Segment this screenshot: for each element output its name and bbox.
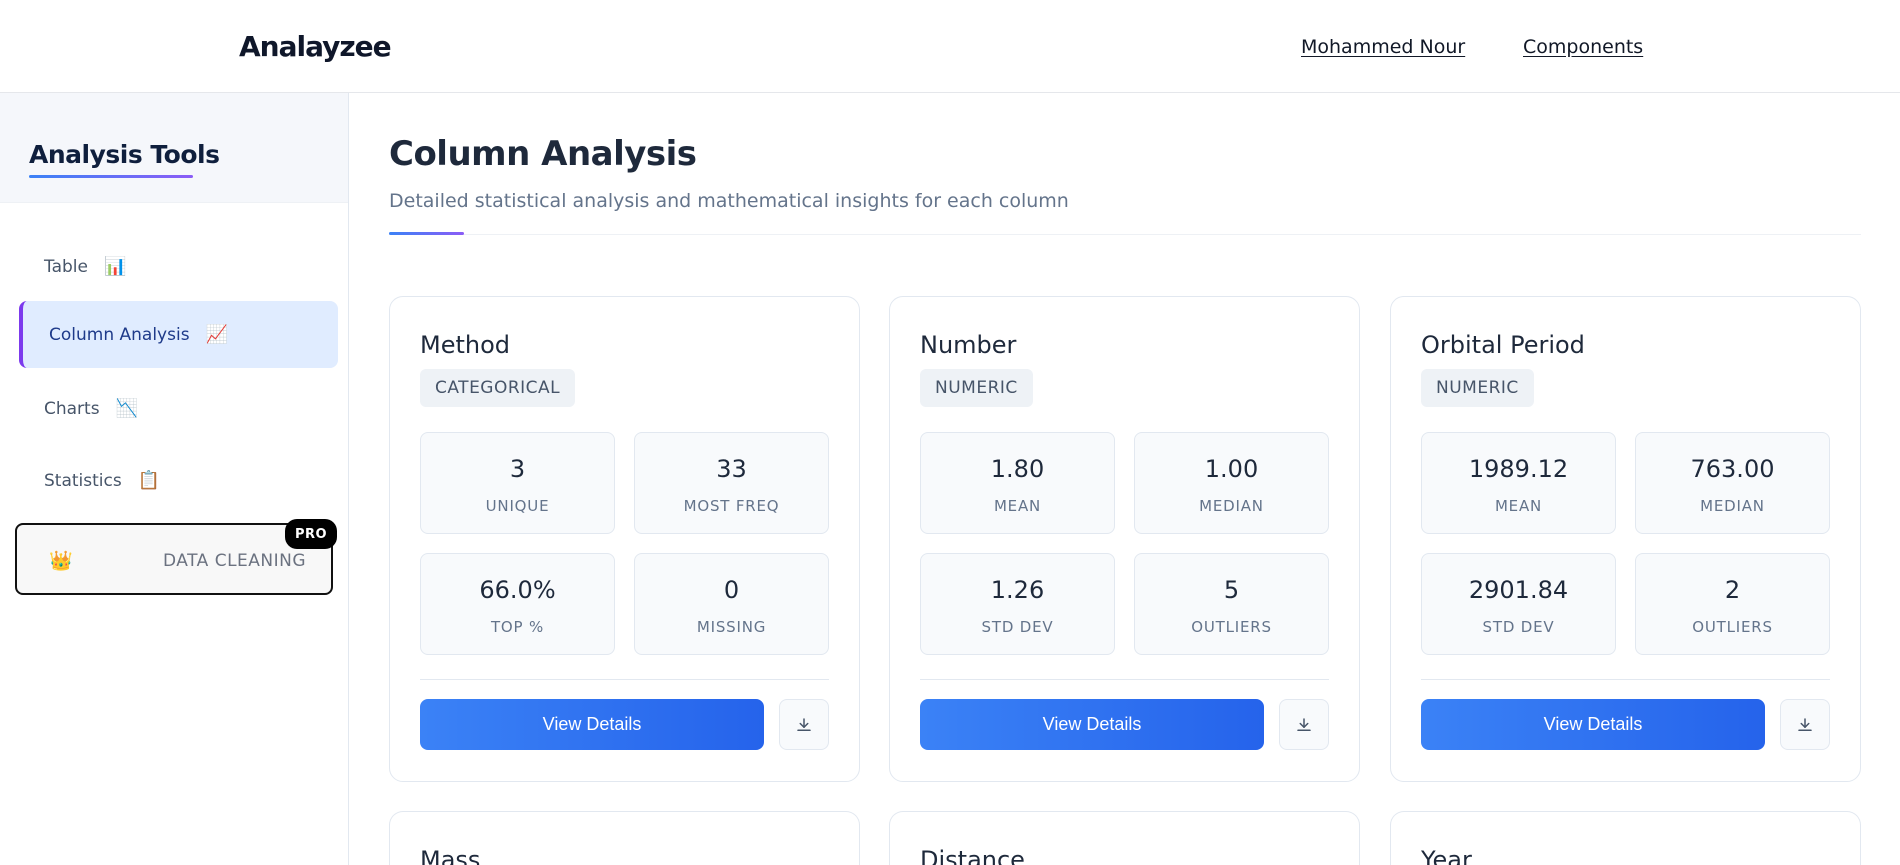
bar-chart-icon: 📊 [103,256,127,277]
stat-label: OUTLIERS [1692,618,1773,636]
data-cleaning-pro-button[interactable]: 👑 DATA CLEANING PRO [15,519,337,595]
data-cleaning-label: DATA CLEANING [163,551,307,571]
stat-box: 3 UNIQUE [420,432,615,534]
sidebar-item-column-analysis[interactable]: Column Analysis 📈 [19,301,338,368]
sidebar-item-statistics[interactable]: Statistics 📋 [19,447,338,514]
column-type-badge: CATEGORICAL [420,369,576,407]
stat-value: 0 [723,576,740,604]
card-divider [1421,679,1830,680]
stat-box: 66.0% TOP % [420,553,615,655]
crown-icon: 👑 [49,551,73,572]
top-navbar: Analayzee Mohammed Nour Components [0,0,1900,93]
view-details-button[interactable]: View Details [1421,699,1765,750]
column-card-year: Year [1390,811,1861,865]
stat-box: 33 MOST FREQ [634,432,829,534]
stat-label: MOST FREQ [683,497,780,515]
column-card-distance: Distance [889,811,1360,865]
column-card-number: Number NUMERIC 1.80 MEAN 1.00 MEDIAN 1.2… [889,296,1360,782]
stat-value: 33 [716,455,747,483]
brand-logo[interactable]: Analayzee [239,30,392,63]
stat-value: 3 [509,455,526,483]
stat-label: STD DEV [981,618,1054,636]
download-button[interactable] [1279,699,1329,750]
stat-box: 1.00 MEDIAN [1134,432,1329,534]
stat-box: 2 OUTLIERS [1635,553,1830,655]
stat-label: TOP % [490,618,545,636]
column-name: Mass [420,846,481,865]
stat-box: 1.26 STD DEV [920,553,1115,655]
column-type-badge: NUMERIC [1421,369,1534,407]
column-name: Year [1421,846,1472,865]
column-name: Orbital Period [1421,331,1585,359]
column-type-badge: NUMERIC [920,369,1033,407]
stat-box: 1989.12 MEAN [1421,432,1616,534]
stat-value: 1.26 [990,576,1045,604]
stat-value: 1.80 [990,455,1045,483]
chart-decreasing-icon: 📉 [115,398,138,419]
chart-increasing-icon: 📈 [205,324,228,345]
stat-value: 2 [1724,576,1741,604]
sidebar-item-label: Column Analysis [49,324,190,345]
download-button[interactable] [779,699,829,750]
stat-value: 1.00 [1204,455,1259,483]
stat-box: 2901.84 STD DEV [1421,553,1616,655]
title-divider [389,234,1861,235]
stat-label: MEDIAN [1199,497,1264,515]
column-name: Method [420,331,511,359]
sidebar-title: Analysis Tools [29,140,220,169]
stat-box: 1.80 MEAN [920,432,1115,534]
sidebar-header: Analysis Tools [0,93,348,203]
stat-label: UNIQUE [485,497,550,515]
clipboard-icon: 📋 [137,470,161,491]
view-details-button[interactable]: View Details [420,699,764,750]
column-name: Number [920,331,1017,359]
sidebar-item-label: Statistics [44,470,122,491]
sidebar-item-charts[interactable]: Charts 📉 [19,375,338,442]
stat-label: MEAN [993,497,1042,515]
column-card-method: Method CATEGORICAL 3 UNIQUE 33 MOST FREQ… [389,296,860,782]
column-card-mass: Mass [389,811,860,865]
stat-label: STD DEV [1482,618,1555,636]
page-subtitle: Detailed statistical analysis and mathem… [389,190,1069,212]
stat-box: 5 OUTLIERS [1134,553,1329,655]
column-card-orbital-period: Orbital Period NUMERIC 1989.12 MEAN 763.… [1390,296,1861,782]
stat-value: 2901.84 [1468,576,1569,604]
download-icon [797,717,811,731]
stat-label: MISSING [696,618,767,636]
download-button[interactable] [1780,699,1830,750]
download-icon [1798,717,1812,731]
page-title: Column Analysis [389,134,697,174]
nav-link-user[interactable]: Mohammed Nour [1301,36,1465,58]
stat-value: 1989.12 [1468,455,1569,483]
column-name: Distance [920,846,1025,865]
sidebar-item-label: Charts [44,398,100,419]
stat-label: MEDIAN [1700,497,1765,515]
title-accent-bar [389,232,464,235]
stat-value: 763.00 [1690,455,1775,483]
stat-value: 66.0% [479,576,556,604]
stat-label: OUTLIERS [1191,618,1272,636]
sidebar-item-label: Table [44,256,88,277]
card-divider [420,679,829,680]
stat-label: MEAN [1494,497,1543,515]
sidebar: Analysis Tools Table 📊 Column Analysis 📈… [0,93,349,865]
pro-badge: PRO [285,519,337,549]
stat-value: 5 [1223,576,1240,604]
sidebar-item-table[interactable]: Table 📊 [19,233,338,300]
card-divider [920,679,1329,680]
download-icon [1297,717,1311,731]
stat-box: 0 MISSING [634,553,829,655]
nav-link-components[interactable]: Components [1523,36,1643,58]
stat-box: 763.00 MEDIAN [1635,432,1830,534]
view-details-button[interactable]: View Details [920,699,1264,750]
sidebar-title-underline [29,175,193,178]
